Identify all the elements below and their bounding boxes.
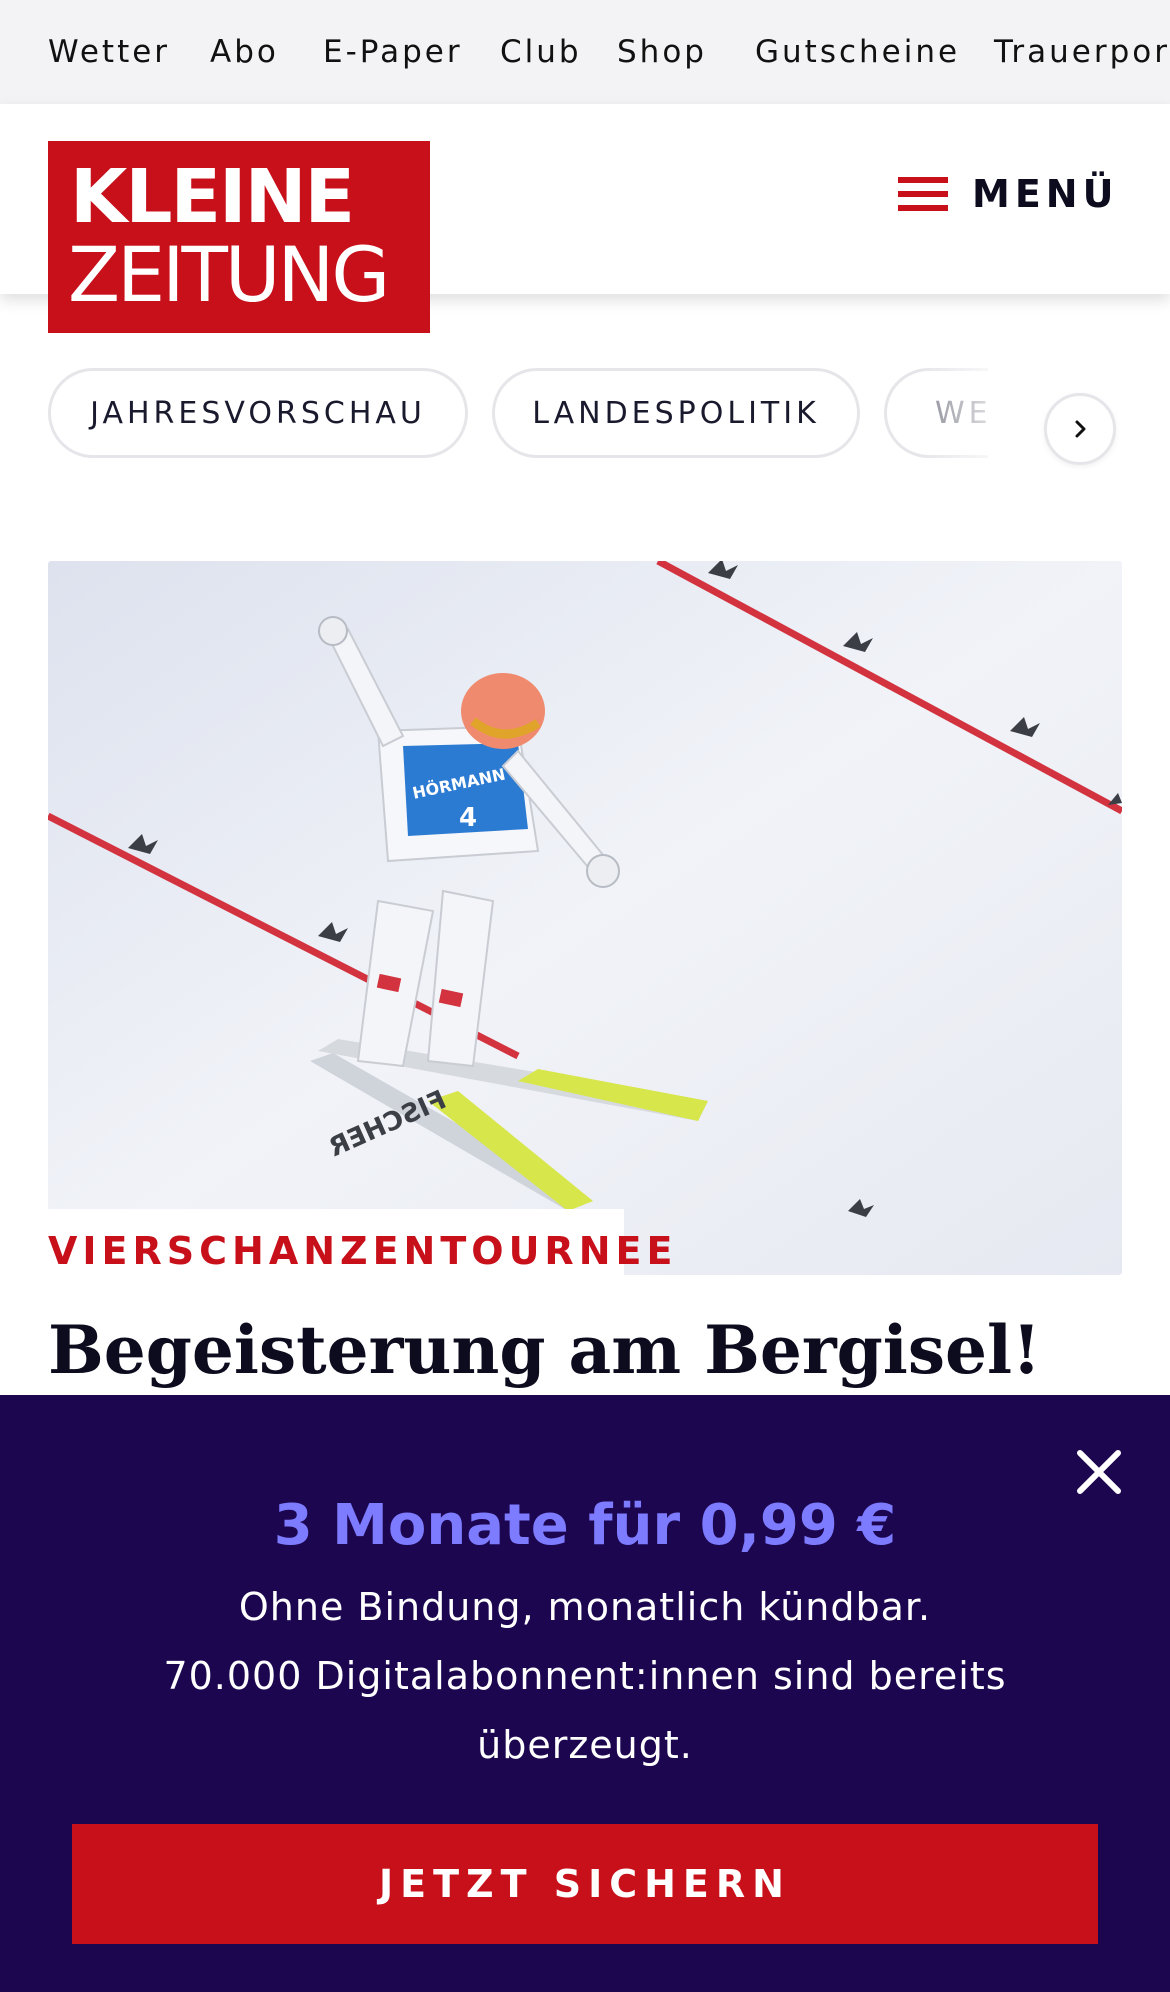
topnav-link-gutscheine[interactable]: Gutscheine (755, 32, 960, 72)
topnav-link-abo[interactable]: Abo (210, 32, 279, 72)
menu-button[interactable]: MENÜ (898, 166, 1118, 222)
subscribe-now-button[interactable]: JETZT SICHERN (72, 1824, 1098, 1944)
site-logo[interactable]: KLEINE ZEITUNG (48, 141, 430, 333)
topnav-link-wetter[interactable]: Wetter (48, 32, 170, 72)
logo-word-zeitung: ZEITUNG (68, 230, 390, 319)
hamburger-icon (898, 175, 948, 213)
site-header: KLEINE ZEITUNG MENÜ (0, 104, 1170, 333)
article-headline[interactable]: Begeisterung am Bergisel! (48, 1308, 1041, 1392)
topnav-link-epaper[interactable]: E-Paper (323, 32, 463, 72)
bib-number-text: 4 (459, 803, 477, 833)
topnav-link-shop[interactable]: Shop (617, 32, 707, 72)
chip-scroll-next-button[interactable] (1044, 393, 1116, 465)
promo-description: Ohne Bindung, monatlich kündbar. 70.000 … (120, 1573, 1050, 1780)
article-hero-image[interactable]: HÖRMANN 4 FISCHER (48, 561, 1122, 1275)
logo-word-kleine: KLEINE (70, 154, 355, 240)
chevron-right-icon (1075, 420, 1086, 438)
subscription-promo-banner: 3 Monate für 0,99 € Ohne Bindung, monatl… (0, 1395, 1170, 1992)
menu-label: MENÜ (972, 172, 1119, 216)
top-utility-nav: Wetter Abo E-Paper Club Shop Gutscheine … (0, 0, 1170, 104)
promo-line-2: 70.000 Digitalabonnent:innen sind bereit… (163, 1654, 1007, 1767)
topnav-link-trauerportal[interactable]: Trauerportal (994, 32, 1170, 72)
chip-landespolitik[interactable]: LANDESPOLITIK (492, 368, 860, 458)
chip-jahresvorschau[interactable]: JAHRESVORSCHAU (48, 368, 468, 458)
promo-offer-title: 3 Monate für 0,99 € (273, 1493, 897, 1558)
chip-scroll-fade (920, 360, 1170, 470)
promo-line-1: Ohne Bindung, monatlich kündbar. (238, 1585, 932, 1629)
article-kicker: VIERSCHANZENTOURNEE (48, 1229, 678, 1273)
topic-chip-list: JAHRESVORSCHAU LANDESPOLITIK WELT (48, 368, 988, 460)
topnav-link-club[interactable]: Club (500, 32, 582, 72)
